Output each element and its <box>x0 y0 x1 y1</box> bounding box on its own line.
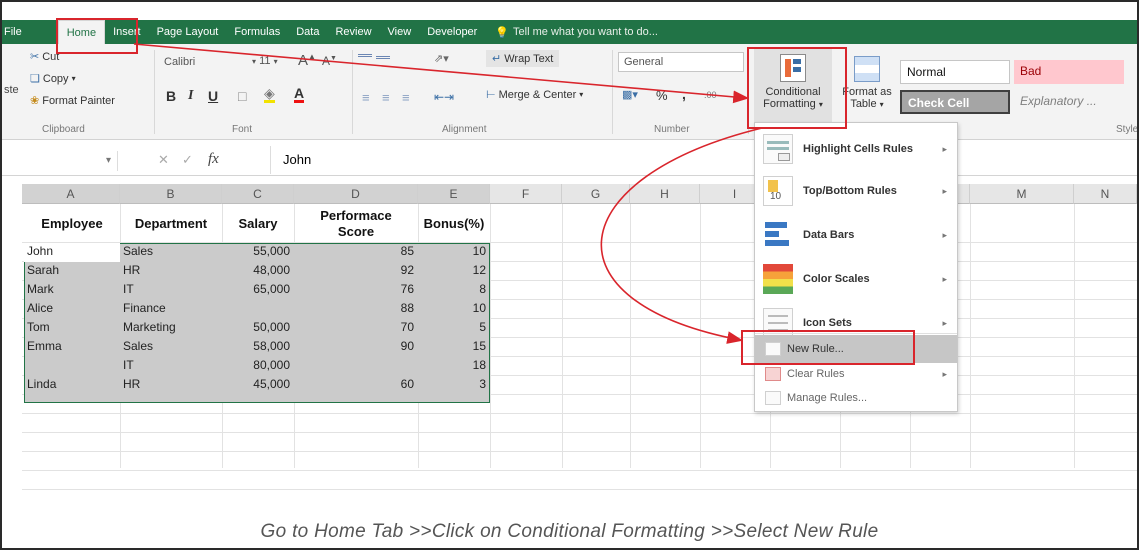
home-tab-highlight <box>56 18 138 54</box>
new-rule-highlight <box>741 330 915 365</box>
arrow-home-to-cf <box>133 43 750 104</box>
tutorial-frame: File Home Insert Page Layout Formulas Da… <box>0 0 1139 550</box>
conditional-formatting-highlight <box>747 47 847 129</box>
tutorial-caption: Go to Home Tab >>Click on Conditional Fo… <box>260 521 879 542</box>
arrow-cf-to-new-rule <box>600 127 763 344</box>
tutorial-annotations <box>56 18 915 365</box>
